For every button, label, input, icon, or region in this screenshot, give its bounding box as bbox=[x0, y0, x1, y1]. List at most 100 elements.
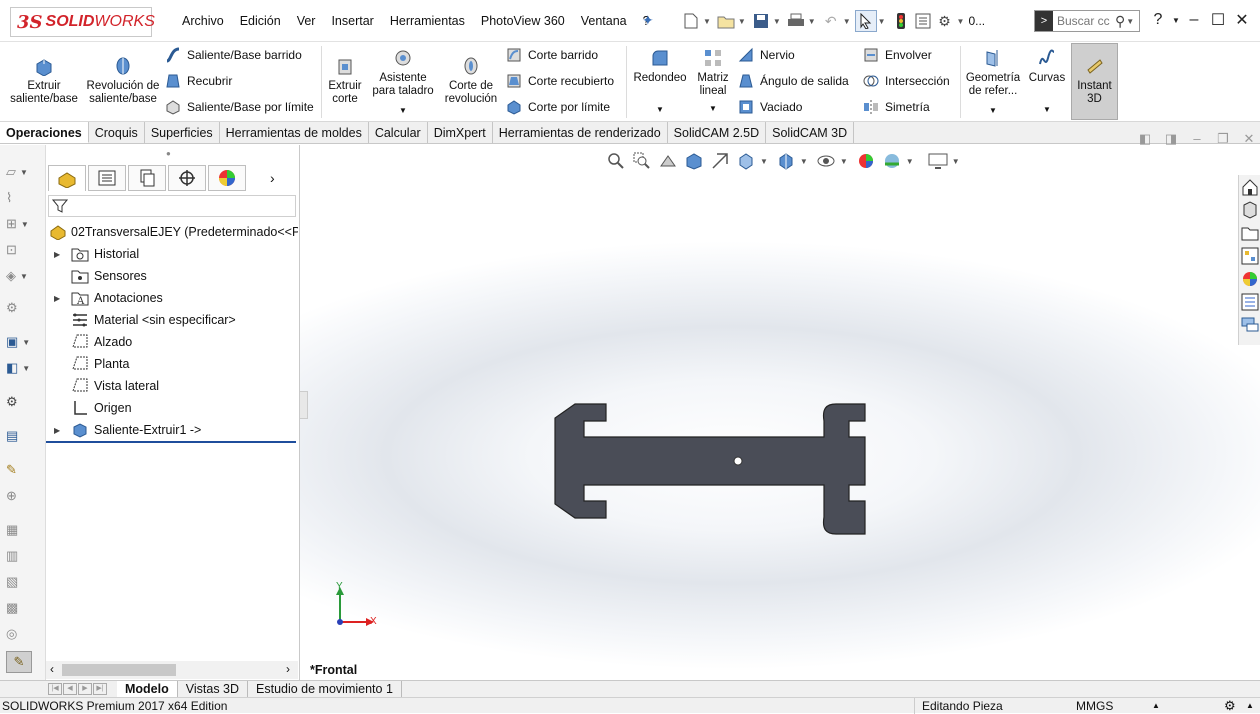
tree-item-vista-lateral[interactable]: Vista lateral bbox=[46, 375, 298, 397]
design-library-icon[interactable] bbox=[1239, 198, 1260, 221]
chevron-right-icon[interactable]: › bbox=[270, 165, 275, 193]
zoom-to-area-icon[interactable] bbox=[630, 150, 654, 172]
maximize-button[interactable]: ☐ bbox=[1206, 10, 1230, 30]
quick-access-overflow[interactable]: 0... bbox=[968, 14, 985, 28]
tools-icon[interactable]: ⚙ bbox=[6, 297, 38, 319]
custom-properties-icon[interactable] bbox=[1239, 290, 1260, 313]
minimize-button[interactable]: – bbox=[1182, 11, 1206, 29]
display-manager-tab-icon[interactable] bbox=[208, 165, 246, 191]
settings-gear-icon[interactable]: ⚙ bbox=[6, 391, 38, 413]
view-orientation-icon[interactable] bbox=[734, 150, 758, 172]
next-tab-icon[interactable]: ▶ bbox=[78, 683, 92, 695]
instant3d-strip-icon[interactable]: ✎ bbox=[6, 651, 32, 673]
zoom-to-fit-icon[interactable] bbox=[604, 150, 628, 172]
smart-dimension-icon[interactable]: ⊞ ▼ bbox=[6, 213, 38, 235]
open-folder-icon[interactable] bbox=[715, 10, 737, 32]
apply-scene-icon[interactable] bbox=[880, 150, 904, 172]
chevron-down-icon[interactable]: ▼ bbox=[1170, 16, 1182, 25]
tree-item-saliente-extruir1[interactable]: ▶ Saliente-Extruir1 -> bbox=[46, 419, 298, 441]
tab-dimxpert[interactable]: DimXpert bbox=[427, 122, 493, 143]
tab-modelo[interactable]: Modelo bbox=[117, 681, 178, 697]
undo-icon[interactable]: ↶ bbox=[820, 10, 842, 32]
wrap-button[interactable]: Envolver bbox=[861, 46, 932, 64]
extrude-cut-button[interactable]: Extruir corte bbox=[324, 54, 366, 106]
fillet-button[interactable]: Redondeo ▼ bbox=[630, 46, 690, 116]
graphics-area[interactable]: ▼ ▼ ▼ ▼ ▼ ◧ ◨ – ❐ ✕ Y X *Frontal bbox=[300, 131, 1260, 680]
assembly-tool-icon[interactable]: ◎ bbox=[6, 623, 38, 645]
mate-tool-icon[interactable]: ⊕ bbox=[6, 485, 38, 507]
part-geometry[interactable] bbox=[552, 403, 868, 537]
menu-edicion[interactable]: Edición bbox=[232, 12, 289, 30]
display-tool-icon[interactable]: ▤ bbox=[6, 425, 38, 447]
tab-operaciones[interactable]: Operaciones bbox=[0, 122, 89, 143]
rebuild-traffic-light-icon[interactable] bbox=[890, 10, 912, 32]
panel-grip-icon[interactable]: ● bbox=[166, 149, 171, 158]
appearances-icon[interactable] bbox=[1239, 267, 1260, 290]
feature-tool-icon[interactable]: ▥ bbox=[6, 545, 38, 567]
tree-item-sensores[interactable]: Sensores bbox=[46, 265, 298, 287]
viewport-minimize-button[interactable]: – bbox=[1184, 131, 1210, 147]
tree-root-part[interactable]: 02TransversalEJEY (Predeterminado<<Pred bbox=[46, 221, 298, 243]
swept-boss-button[interactable]: Saliente/Base barrido bbox=[163, 46, 302, 64]
property-manager-tab-icon[interactable] bbox=[88, 165, 126, 191]
chevron-down-icon[interactable]: ▼ bbox=[808, 17, 816, 26]
sketch-tool-icon[interactable]: ▱ ▼ bbox=[6, 161, 38, 183]
cut-tool-icon[interactable]: ◧ ▼ bbox=[6, 357, 38, 379]
chevron-down-icon[interactable]: ▼ bbox=[703, 17, 711, 26]
curves-button[interactable]: Curvas ▼ bbox=[1024, 46, 1070, 116]
file-explorer-icon[interactable] bbox=[1239, 221, 1260, 244]
repair-sketch-icon[interactable]: ◈ ▼ bbox=[6, 265, 38, 287]
revolve-cut-button[interactable]: Corte de revolución bbox=[441, 54, 501, 106]
search-box[interactable]: > Buscar cc ⚲ ▼ bbox=[1034, 10, 1140, 32]
tree-item-material[interactable]: Material <sin especificar> bbox=[46, 309, 298, 331]
draft-button[interactable]: Ángulo de salida bbox=[736, 72, 849, 90]
part-outline[interactable] bbox=[554, 403, 866, 535]
tab-herramientas-moldes[interactable]: Herramientas de moldes bbox=[219, 122, 369, 143]
dimxpert-manager-tab-icon[interactable] bbox=[168, 165, 206, 191]
scroll-thumb[interactable] bbox=[62, 664, 176, 676]
tree-item-planta[interactable]: Planta bbox=[46, 353, 298, 375]
layout-tool-icon[interactable]: ▧ bbox=[6, 571, 38, 593]
chevron-down-icon[interactable]: ▼ bbox=[709, 102, 717, 115]
chevron-down-icon[interactable]: ▼ bbox=[843, 17, 851, 26]
tree-item-anotaciones[interactable]: ▶ A Anotaciones bbox=[46, 287, 298, 309]
chevron-down-icon[interactable]: ▼ bbox=[1043, 103, 1051, 116]
reference-geometry-button[interactable]: Geometría de refer... ▼ bbox=[964, 46, 1022, 117]
hide-show-items-icon[interactable] bbox=[814, 150, 838, 172]
swept-cut-button[interactable]: Corte barrido bbox=[504, 46, 598, 64]
mirror-button[interactable]: Simetría bbox=[861, 98, 930, 116]
prev-tab-icon[interactable]: ◀ bbox=[63, 683, 77, 695]
panel-collapse-handle[interactable] bbox=[300, 391, 308, 419]
tree-item-historial[interactable]: ▶ Historial bbox=[46, 243, 298, 265]
chevron-up-icon[interactable]: ▲ bbox=[1152, 698, 1160, 714]
menu-ver[interactable]: Ver bbox=[289, 12, 324, 30]
chevron-right-box-icon[interactable]: ◨ bbox=[1158, 131, 1184, 147]
configuration-manager-tab-icon[interactable] bbox=[128, 165, 166, 191]
chevron-right-icon[interactable]: › bbox=[286, 662, 290, 676]
loft-button[interactable]: Recubrir bbox=[163, 72, 232, 90]
origin-point-marker[interactable] bbox=[733, 456, 743, 466]
chevron-down-icon[interactable]: ▼ bbox=[800, 157, 808, 166]
select-cursor-icon[interactable] bbox=[854, 10, 877, 32]
previous-view-icon[interactable] bbox=[656, 150, 680, 172]
menu-herramientas[interactable]: Herramientas bbox=[382, 12, 473, 30]
gear-icon[interactable]: ⚙ bbox=[934, 10, 956, 32]
shell-button[interactable]: Vaciado bbox=[736, 98, 802, 116]
expand-icon[interactable]: ▶ bbox=[54, 294, 60, 303]
chevron-down-icon[interactable]: ▼ bbox=[952, 157, 960, 166]
chevron-down-icon[interactable]: ▼ bbox=[656, 103, 664, 116]
status-units[interactable]: MMGS bbox=[1076, 698, 1113, 714]
search-input[interactable]: Buscar cc bbox=[1053, 14, 1113, 28]
chevron-down-icon[interactable]: ▼ bbox=[1126, 17, 1134, 26]
boundary-boss-button[interactable]: Saliente/Base por límite bbox=[163, 98, 314, 116]
chevron-up-icon[interactable]: ▲ bbox=[1246, 698, 1254, 714]
chevron-down-icon[interactable]: ▼ bbox=[840, 157, 848, 166]
viewport-close-button[interactable]: ✕ bbox=[1236, 131, 1260, 147]
tab-renderizado[interactable]: Herramientas de renderizado bbox=[492, 122, 668, 143]
chevron-down-icon[interactable]: ▼ bbox=[399, 104, 407, 117]
view-settings-icon[interactable] bbox=[926, 150, 950, 172]
component-tool-icon[interactable]: ▩ bbox=[6, 597, 38, 619]
save-icon[interactable] bbox=[750, 10, 772, 32]
dynamic-annotation-icon[interactable] bbox=[708, 150, 732, 172]
menu-photoview[interactable]: PhotoView 360 bbox=[473, 12, 573, 30]
